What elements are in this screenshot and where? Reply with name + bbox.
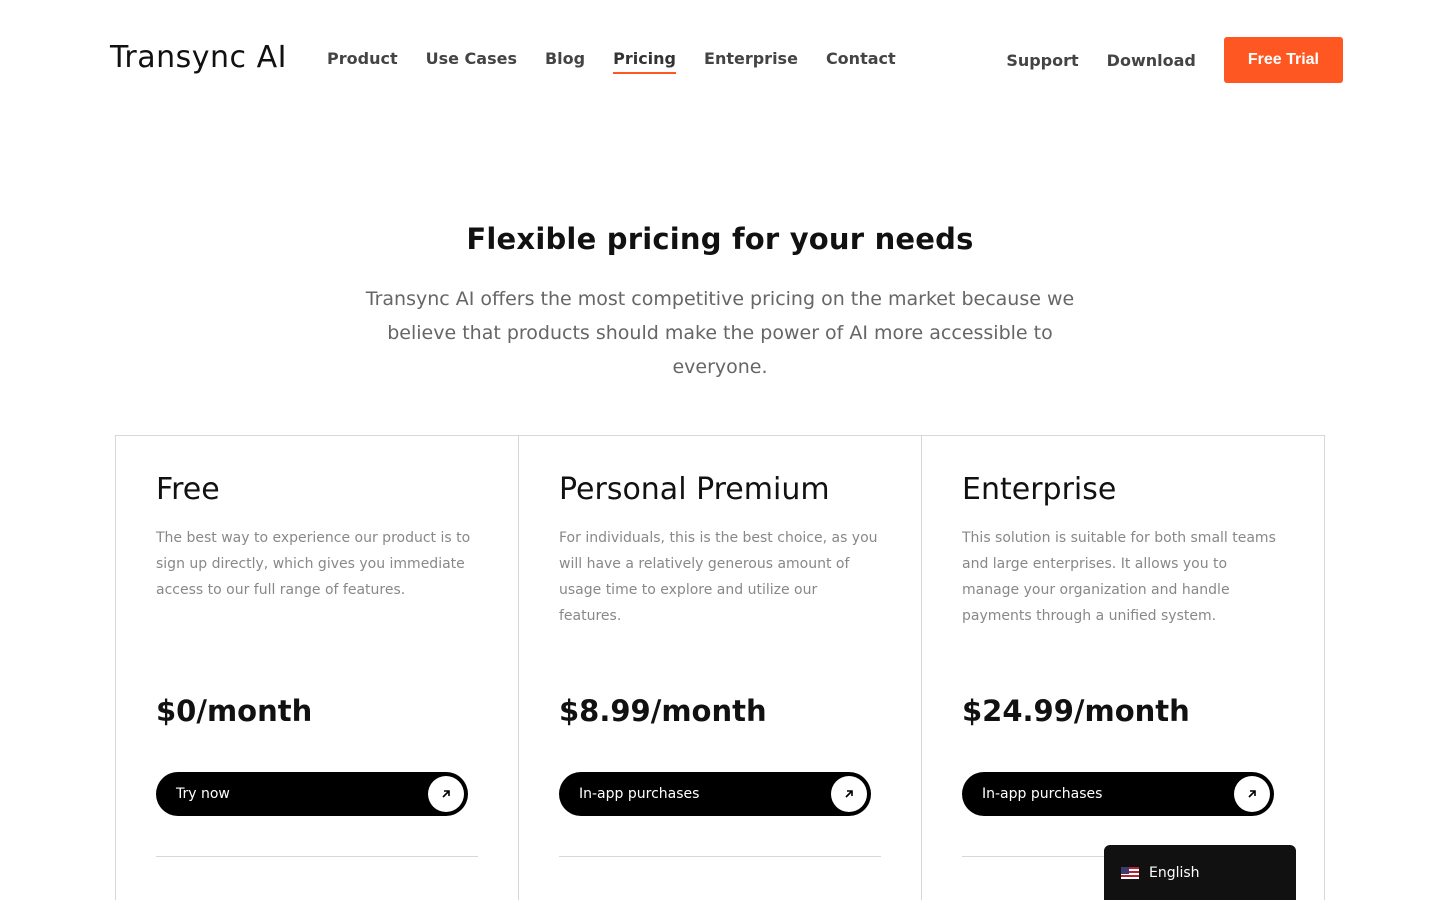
button-label: In-app purchases <box>579 786 700 802</box>
language-selector[interactable]: English <box>1104 845 1296 900</box>
nav-item-product[interactable]: Product <box>327 49 398 72</box>
plan-card-free: Free The best way to experience our prod… <box>116 436 519 900</box>
in-app-purchases-button[interactable]: In-app purchases <box>559 772 871 816</box>
plan-description: For individuals, this is the best choice… <box>559 530 878 624</box>
plan-price: $0/month <box>156 694 313 728</box>
arrow-up-right-icon <box>831 776 867 812</box>
card-divider <box>156 856 478 857</box>
pricing-page: Transync AI Product Use Cases Blog Prici… <box>0 0 1440 900</box>
download-link[interactable]: Download <box>1107 51 1196 70</box>
button-label: Try now <box>176 786 230 802</box>
plan-price: $24.99/month <box>962 694 1190 728</box>
plan-description: This solution is suitable for both small… <box>962 530 1276 624</box>
brand-logo[interactable]: Transync AI <box>110 40 287 75</box>
site-header: Transync AI Product Use Cases Blog Prici… <box>0 0 1440 120</box>
try-now-button[interactable]: Try now <box>156 772 468 816</box>
plan-name: Enterprise <box>962 472 1117 507</box>
nav-item-enterprise[interactable]: Enterprise <box>704 49 798 72</box>
language-label: English <box>1149 865 1200 881</box>
plan-card-enterprise: Enterprise This solution is suitable for… <box>922 436 1324 900</box>
nav-item-pricing[interactable]: Pricing <box>613 49 676 74</box>
page-title: Flexible pricing for your needs <box>466 222 974 256</box>
page-subtitle: Transync AI offers the most competitive … <box>365 288 1075 378</box>
plan-price: $8.99/month <box>559 694 767 728</box>
plan-name: Personal Premium <box>559 472 830 507</box>
arrow-up-right-icon <box>1234 776 1270 812</box>
hero-section: Flexible pricing for your needs Transync… <box>0 222 1440 384</box>
header-actions: Support Download Free Trial <box>1006 37 1343 83</box>
main-nav: Product Use Cases Blog Pricing Enterpris… <box>327 49 896 74</box>
free-trial-button[interactable]: Free Trial <box>1223 37 1343 83</box>
plan-description: The best way to experience our product i… <box>156 530 471 598</box>
card-divider <box>559 856 881 857</box>
nav-item-blog[interactable]: Blog <box>545 49 585 72</box>
plan-name: Free <box>156 472 220 507</box>
arrow-up-right-icon <box>428 776 464 812</box>
nav-item-use-cases[interactable]: Use Cases <box>426 49 517 72</box>
in-app-purchases-button[interactable]: In-app purchases <box>962 772 1274 816</box>
pricing-cards: Free The best way to experience our prod… <box>115 435 1325 900</box>
support-link[interactable]: Support <box>1006 51 1078 70</box>
button-label: In-app purchases <box>982 786 1103 802</box>
us-flag-icon <box>1121 867 1139 879</box>
nav-item-contact[interactable]: Contact <box>826 49 896 72</box>
plan-card-personal-premium: Personal Premium For individuals, this i… <box>519 436 922 900</box>
